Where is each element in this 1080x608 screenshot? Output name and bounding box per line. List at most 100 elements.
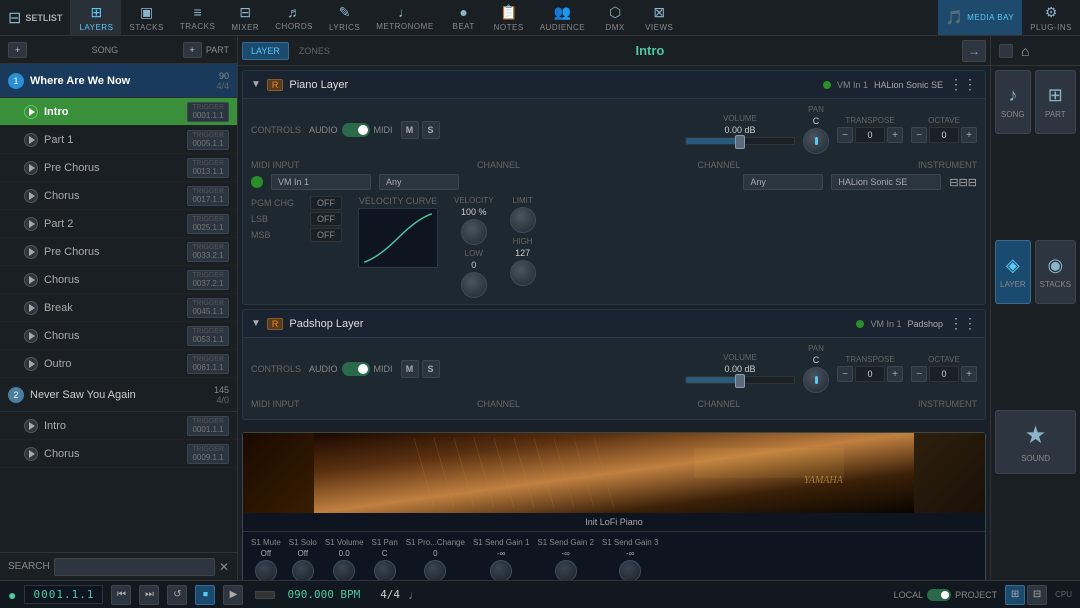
view-btn-1[interactable]: ⊞ [1005, 585, 1025, 605]
media-bay-btn[interactable]: 🎵 MEDIA BAY [938, 0, 1022, 35]
padshop-transpose-plus[interactable]: + [887, 366, 903, 382]
part-play-s2-intro[interactable] [24, 419, 38, 433]
home-icon[interactable]: ⌂ [1021, 43, 1029, 59]
skip-fwd-btn[interactable]: ⏭ [139, 585, 159, 605]
nav-audience[interactable]: 👥 AUDIENCE [532, 0, 593, 35]
tab-layer[interactable]: LAYER [242, 42, 289, 60]
high-knob[interactable] [510, 260, 536, 286]
padshop-fader-track[interactable] [685, 376, 795, 384]
part-item-part1[interactable]: Part 1 TRIGGER 0005.1.1 [0, 126, 237, 154]
part-item-chorus3[interactable]: Chorus TRIGGER 0053.1.1 [0, 322, 237, 350]
padshop-fader-handle[interactable] [735, 374, 745, 388]
setlist-btn[interactable]: ⊟ SETLIST [0, 0, 71, 35]
piano-channel-dropdown[interactable]: Any [379, 174, 459, 190]
nav-chords[interactable]: ♬ CHORDS [267, 0, 321, 35]
part-item-prechorus1[interactable]: Pre Chorus TRIGGER 0013.1.1 [0, 154, 237, 182]
part-play-prechorus2[interactable] [24, 245, 38, 259]
nav-dmx[interactable]: ⬡ DMX [593, 0, 637, 35]
s1-send2-knob[interactable] [555, 560, 577, 580]
s1-pan-knob[interactable] [374, 560, 396, 580]
part-play-part1[interactable] [24, 133, 38, 147]
play-btn[interactable]: ▶ [223, 585, 243, 605]
right-item-part[interactable]: ⊞ PART [1035, 70, 1076, 134]
padshop-menu-btn[interactable]: ⋮⋮ [949, 315, 977, 332]
padshop-audio-toggle[interactable] [342, 362, 370, 376]
piano-fader-handle[interactable] [735, 135, 745, 149]
part-play-intro[interactable] [24, 105, 38, 119]
piano-transpose-minus[interactable]: − [837, 127, 853, 143]
right-item-sound[interactable]: ★ SOUND [995, 410, 1076, 474]
checkbox-icon[interactable] [999, 44, 1013, 58]
piano-octave-minus[interactable]: − [911, 127, 927, 143]
stop-btn[interactable]: ⏹ [195, 585, 215, 605]
part-play-s2-chorus[interactable] [24, 447, 38, 461]
padshop-octave-plus[interactable]: + [961, 366, 977, 382]
s1-volume-knob[interactable] [333, 560, 355, 580]
part-play-break[interactable] [24, 301, 38, 315]
s1-pro-knob[interactable] [424, 560, 446, 580]
nav-notes[interactable]: 📋 NOTES [486, 0, 532, 35]
search-close-btn[interactable]: ✕ [219, 560, 229, 574]
piano-octave-plus[interactable]: + [961, 127, 977, 143]
loop-btn[interactable]: ↺ [167, 585, 187, 605]
piano-audio-toggle[interactable] [342, 123, 370, 137]
piano-fader-track[interactable] [685, 137, 795, 145]
s1-mute-knob[interactable] [255, 560, 277, 580]
padshop-expand-btn[interactable]: ▼ [251, 318, 261, 329]
s1-send1-knob[interactable] [490, 560, 512, 580]
padshop-octave-minus[interactable]: − [911, 366, 927, 382]
part-item-s2-chorus[interactable]: Chorus TRIGGER 0009.1.1 [0, 440, 237, 468]
padshop-m-btn[interactable]: M [401, 360, 419, 378]
part-play-part2[interactable] [24, 217, 38, 231]
part-play-chorus2[interactable] [24, 273, 38, 287]
part-item-outro[interactable]: Outro TRIGGER 0061.1.1 [0, 350, 237, 378]
padshop-transpose-minus[interactable]: − [837, 366, 853, 382]
nav-stacks[interactable]: ▣ STACKS [121, 0, 171, 35]
nav-plugins[interactable]: ⚙ PLUG-INS [1022, 0, 1080, 35]
part-play-prechorus1[interactable] [24, 161, 38, 175]
piano-instrument-dropdown[interactable]: HALion Sonic SE [831, 174, 941, 190]
skip-back-btn[interactable]: ⏮ [111, 585, 131, 605]
s1-solo-knob[interactable] [292, 560, 314, 580]
part-item-chorus2[interactable]: Chorus TRIGGER 0037.2.1 [0, 266, 237, 294]
nav-beat[interactable]: ● BEAT [442, 0, 486, 35]
local-project-switch[interactable] [927, 589, 951, 601]
song-item-2[interactable]: 2 Never Saw You Again 145 4/0 [0, 378, 237, 412]
piano-s-btn[interactable]: S [422, 121, 440, 139]
nav-next-btn[interactable]: → [962, 40, 986, 62]
part-item-intro[interactable]: Intro TRIGGER 0001.1.1 [0, 98, 237, 126]
piano-m-btn[interactable]: M [401, 121, 419, 139]
piano-midi-input-dropdown[interactable]: VM In 1 [271, 174, 371, 190]
song-item-1[interactable]: 1 Where Are We Now 90 4/4 [0, 64, 237, 98]
right-item-stacks[interactable]: ◉ STACKS [1035, 240, 1076, 304]
piano-pan-knob[interactable] [803, 128, 829, 154]
part-item-s2-intro[interactable]: Intro TRIGGER 0001.1.1 [0, 412, 237, 440]
limit-knob[interactable] [510, 207, 536, 233]
part-play-outro[interactable] [24, 357, 38, 371]
nav-mixer[interactable]: ⊟ MIXER [223, 0, 267, 35]
view-btn-2[interactable]: ⊟ [1027, 585, 1047, 605]
nav-layers[interactable]: ⊞ LAYERS [71, 0, 121, 35]
padshop-pan-knob[interactable] [803, 367, 829, 393]
piano-transpose-plus[interactable]: + [887, 127, 903, 143]
nav-lyrics[interactable]: ✎ LYRICS [321, 0, 368, 35]
right-item-layer[interactable]: ◈ LAYER [995, 240, 1031, 304]
piano-inst-channel-dropdown[interactable]: Any [743, 174, 823, 190]
s1-send3-knob[interactable] [619, 560, 641, 580]
part-play-chorus1[interactable] [24, 189, 38, 203]
part-item-break[interactable]: Break TRIGGER 0045.1.1 [0, 294, 237, 322]
part-item-part2[interactable]: Part 2 TRIGGER 0025.1.1 [0, 210, 237, 238]
padshop-s-btn[interactable]: S [422, 360, 440, 378]
part-item-chorus1[interactable]: Chorus TRIGGER 0017.1.1 [0, 182, 237, 210]
search-input[interactable] [54, 558, 215, 576]
nav-tracks[interactable]: ≡ TRACKS [172, 0, 223, 35]
low-knob[interactable] [461, 272, 487, 298]
nav-metronome[interactable]: ♩ METRONOME [368, 0, 441, 35]
add-part-btn[interactable]: + [183, 42, 202, 58]
piano-menu-btn[interactable]: ⋮⋮ [949, 76, 977, 93]
add-song-btn[interactable]: + [8, 42, 27, 58]
velocity-knob[interactable] [461, 219, 487, 245]
right-item-song[interactable]: ♪ SONG [995, 70, 1031, 134]
nav-views[interactable]: ⊠ VIEWS [637, 0, 681, 35]
part-item-prechorus2[interactable]: Pre Chorus TRIGGER 0033.2.1 [0, 238, 237, 266]
